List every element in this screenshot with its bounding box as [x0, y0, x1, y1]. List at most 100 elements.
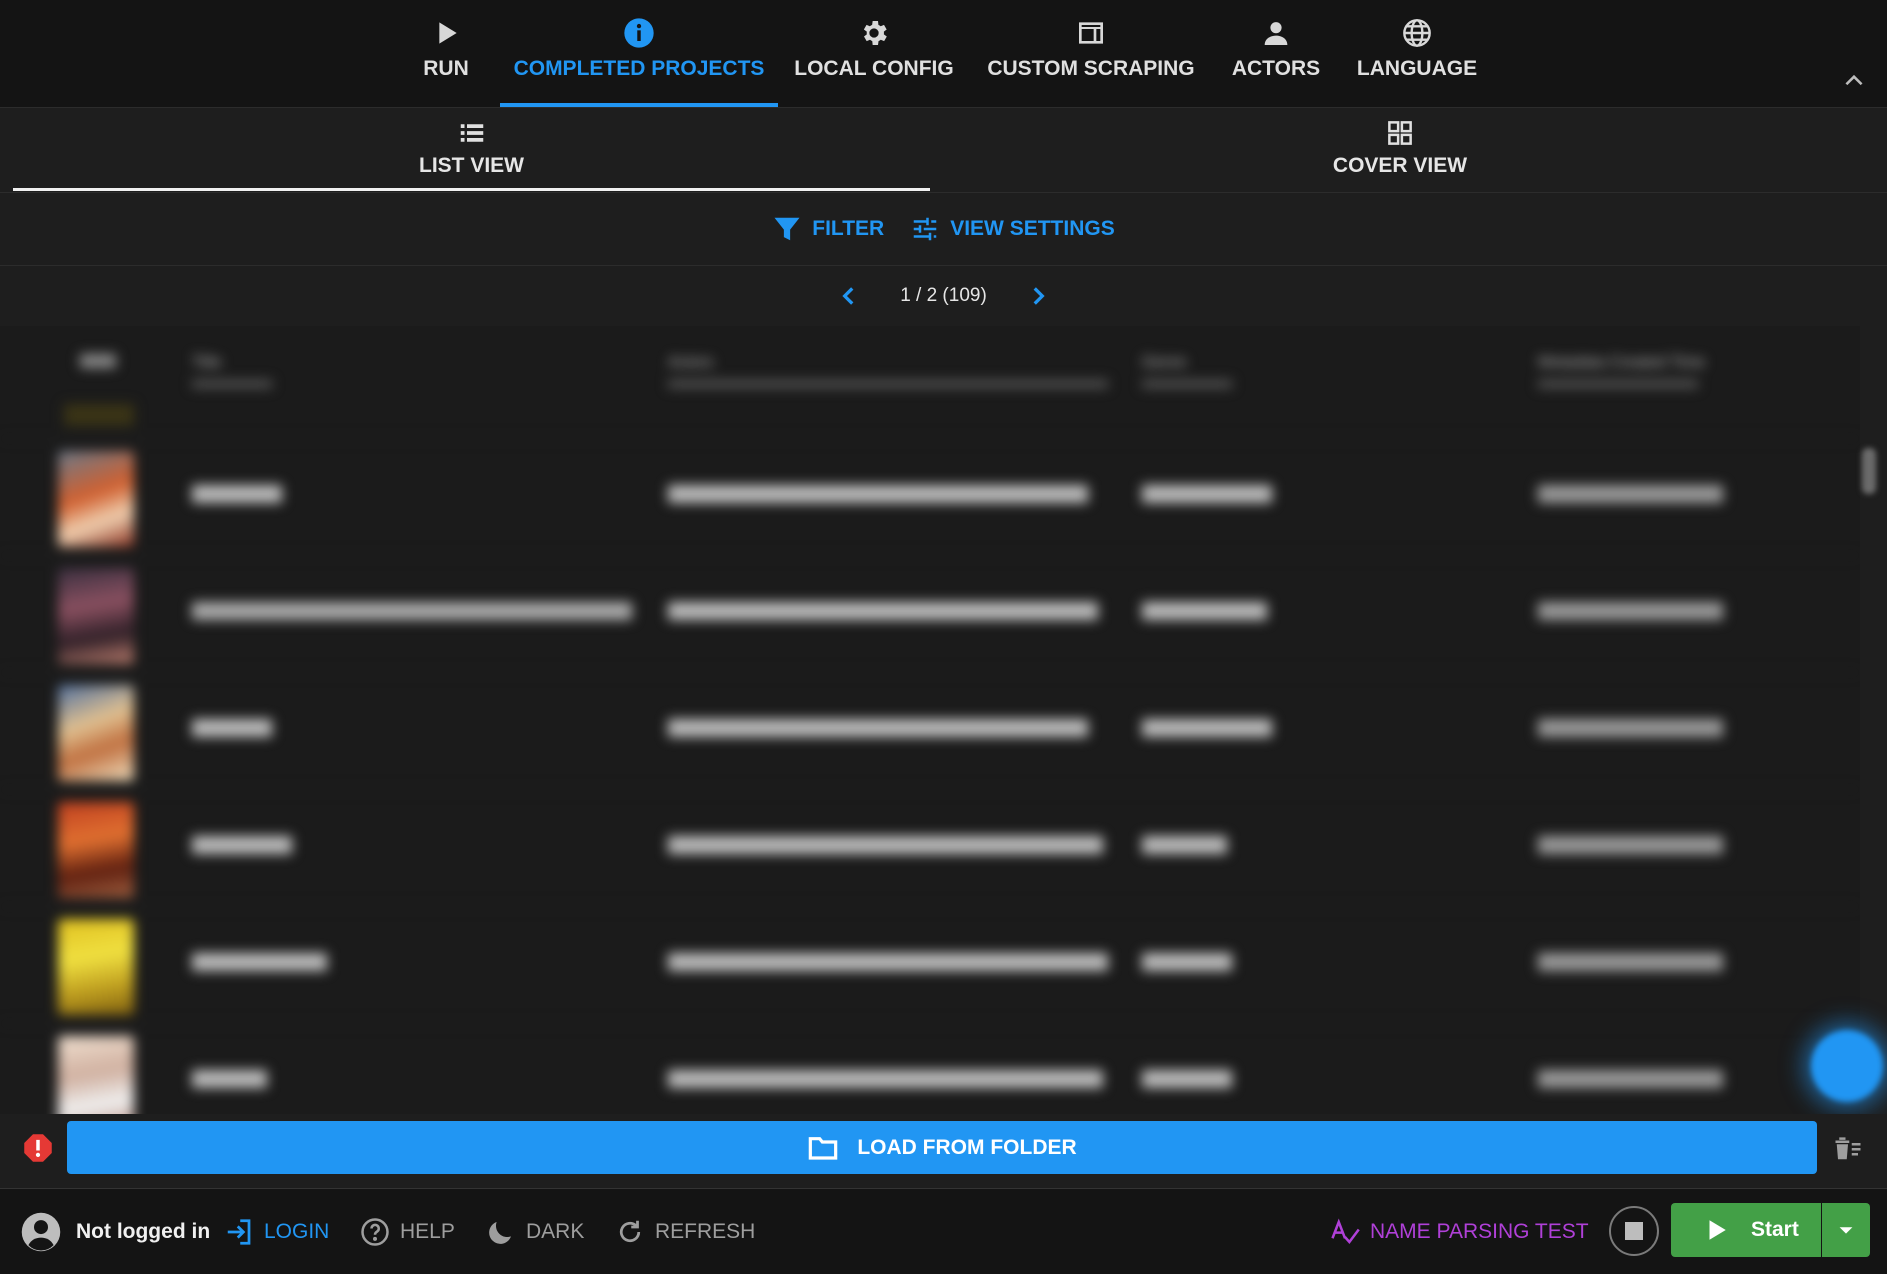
load-from-folder-button[interactable]: LOAD FROM FOLDER — [67, 1121, 1817, 1174]
list-toolbar: FILTER VIEW SETTINGS — [0, 193, 1887, 266]
gear-icon — [863, 21, 887, 45]
tab-local-config[interactable]: LOCAL CONFIG — [790, 0, 958, 107]
actors-cell — [668, 602, 1098, 620]
refresh-icon — [619, 1220, 641, 1242]
start-label: Start — [1751, 1218, 1799, 1241]
table-row[interactable] — [0, 789, 1860, 907]
header-genre-sub — [1142, 380, 1232, 388]
grid-icon — [1388, 121, 1412, 145]
active-view-indicator — [13, 188, 930, 191]
error-icon[interactable] — [23, 1133, 53, 1163]
name-parsing-test-button[interactable]: NAME PARSING TEST — [1330, 1189, 1589, 1274]
folder-icon — [809, 1136, 838, 1160]
header-actors[interactable]: Actors — [668, 354, 713, 372]
floating-action-button[interactable] — [1811, 1030, 1883, 1102]
list-icon — [460, 124, 483, 142]
table-row[interactable] — [0, 672, 1860, 790]
tab-completed-projects[interactable]: COMPLETED PROJECTS — [500, 0, 778, 107]
top-navigation: RUN COMPLETED PROJECTS LOCAL CONFIG CUST… — [0, 0, 1887, 108]
tab-run-label: RUN — [423, 57, 469, 80]
chevron-left-icon[interactable] — [836, 283, 862, 309]
title-cell — [192, 1070, 267, 1088]
table-row[interactable] — [0, 555, 1860, 673]
header-metadata-sub — [1538, 380, 1698, 388]
genre-cell — [1142, 485, 1272, 503]
filter-button[interactable]: FILTER — [772, 214, 884, 244]
globe-icon — [1403, 19, 1431, 47]
filter-icon — [774, 217, 800, 241]
tab-actors-label: ACTORS — [1231, 57, 1321, 80]
tab-custom-scraping[interactable]: CUSTOM SCRAPING — [982, 0, 1200, 107]
header-thumb-mini — [64, 404, 134, 426]
header-metadata-time[interactable]: Metadata Created Time — [1538, 354, 1705, 372]
refresh-label: REFRESH — [655, 1219, 756, 1243]
header-genre[interactable]: Genre — [1142, 354, 1186, 372]
genre-cell — [1142, 1070, 1232, 1088]
tab-run[interactable]: RUN — [405, 0, 487, 107]
header-title-sub — [192, 380, 272, 388]
genre-cell — [1142, 602, 1267, 620]
cover-thumbnail — [58, 1036, 134, 1114]
caret-down-icon — [1839, 1227, 1853, 1234]
time-cell — [1538, 602, 1723, 620]
table-row[interactable] — [0, 1023, 1860, 1114]
time-cell — [1538, 953, 1723, 971]
spellcheck-icon — [1331, 1218, 1360, 1244]
login-button[interactable]: LOGIN — [224, 1189, 329, 1274]
title-cell — [192, 719, 272, 737]
start-options-dropdown[interactable] — [1822, 1203, 1870, 1257]
start-button[interactable]: Start — [1671, 1203, 1821, 1257]
table-row[interactable] — [0, 906, 1860, 1024]
dark-label: DARK — [526, 1219, 585, 1243]
scrollbar-thumb[interactable] — [1862, 448, 1876, 494]
person-icon — [1264, 22, 1288, 45]
tab-list-view[interactable]: LIST VIEW — [13, 108, 930, 192]
chevron-right-icon[interactable] — [1025, 283, 1051, 309]
account-circle-icon — [21, 1212, 61, 1251]
actors-cell — [668, 1070, 1103, 1088]
title-cell — [192, 953, 327, 971]
dark-mode-button[interactable]: DARK — [486, 1189, 584, 1274]
header-actors-sub — [668, 380, 1108, 388]
actors-cell — [668, 953, 1108, 971]
chevron-up-icon[interactable] — [1841, 68, 1867, 94]
actors-cell — [668, 719, 1088, 737]
cover-thumbnail — [58, 802, 134, 898]
blurred-table-content: Title Actors Genre Metadata Created Time — [0, 326, 1860, 1114]
browser-window-icon — [1079, 22, 1103, 44]
header-title[interactable]: Title — [192, 354, 222, 372]
title-cell — [192, 602, 632, 620]
time-cell — [1538, 1070, 1723, 1088]
cover-view-label: COVER VIEW — [1332, 154, 1468, 177]
time-cell — [1538, 719, 1723, 737]
table-header: Title Actors Genre Metadata Created Time — [0, 326, 1860, 426]
help-label: HELP — [400, 1219, 455, 1243]
view-settings-label: VIEW SETTINGS — [950, 217, 1115, 240]
active-tab-indicator — [500, 103, 778, 107]
user-status: Not logged in — [20, 1189, 210, 1274]
refresh-button[interactable]: REFRESH — [615, 1189, 755, 1274]
genre-cell — [1142, 836, 1227, 854]
tab-actors[interactable]: ACTORS — [1224, 0, 1328, 107]
login-label: LOGIN — [264, 1219, 330, 1243]
filter-label: FILTER — [812, 217, 885, 240]
header-thumb-placeholder — [80, 354, 116, 368]
time-cell — [1538, 836, 1723, 854]
table-row[interactable] — [0, 438, 1860, 556]
title-cell — [192, 485, 282, 503]
actors-cell — [668, 485, 1088, 503]
play-icon — [1709, 1220, 1726, 1240]
delete-list-icon[interactable] — [1832, 1133, 1864, 1163]
stop-button[interactable] — [1609, 1206, 1659, 1256]
tab-cover-view[interactable]: COVER VIEW — [945, 108, 1855, 192]
info-icon — [624, 18, 654, 48]
tab-custom-scraping-label: CUSTOM SCRAPING — [987, 57, 1195, 80]
view-settings-button[interactable]: VIEW SETTINGS — [910, 214, 1115, 244]
tab-completed-projects-label: COMPLETED PROJECTS — [513, 57, 765, 80]
tab-language[interactable]: LANGUAGE — [1356, 0, 1478, 107]
login-icon — [227, 1218, 251, 1245]
help-button[interactable]: HELP — [360, 1189, 455, 1274]
tab-language-label: LANGUAGE — [1356, 57, 1478, 80]
load-from-folder-label: LOAD FROM FOLDER — [857, 1135, 1077, 1159]
genre-cell — [1142, 719, 1272, 737]
